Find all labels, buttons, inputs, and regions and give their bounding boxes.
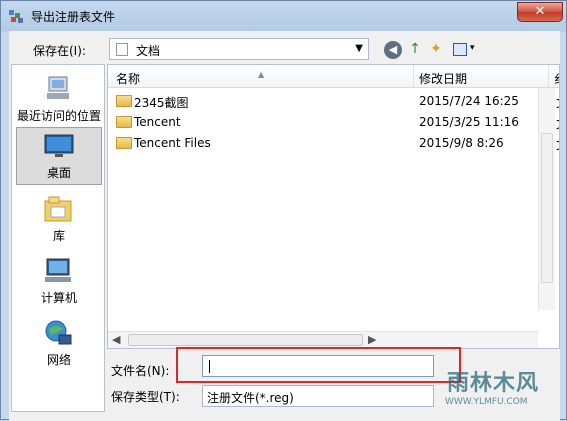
network-icon [45, 320, 72, 345]
file-name: Tencent Files [134, 136, 211, 150]
sort-ascending-icon: ▲ [258, 70, 265, 79]
new-folder-icon: ✦ [430, 41, 442, 57]
close-icon: ✕ [534, 4, 546, 19]
file-modified: 2015/3/25 11:16 [419, 115, 519, 129]
save-in-label: 保存在(I): [33, 44, 86, 58]
folder-icon [116, 137, 132, 149]
scroll-right-icon[interactable]: ▶ [368, 333, 376, 346]
dialog-title: 导出注册表文件 [31, 10, 116, 24]
place-computer[interactable]: 计算机 [16, 253, 102, 311]
column-header-type[interactable]: 纟 [554, 70, 559, 87]
back-button[interactable]: ◀ [384, 41, 402, 59]
place-label: 桌面 [46, 166, 71, 180]
file-type: 文 [556, 136, 559, 153]
new-folder-button[interactable]: ✦ [430, 41, 448, 59]
up-one-level-button[interactable]: ↑ [406, 41, 424, 59]
save-in-dropdown[interactable]: 文档 ▼ [109, 38, 369, 60]
file-type-value: 注册文件(*.reg) [207, 391, 294, 405]
documents-folder-icon [116, 43, 128, 56]
computer-icon [45, 258, 71, 282]
file-name-label: 文件名(N): [111, 364, 170, 378]
up-arrow-icon: ↑ [409, 41, 421, 57]
scroll-left-icon[interactable]: ◀ [112, 333, 120, 346]
file-row[interactable]: 2345截图 2015/7/24 16:25 文 [108, 91, 559, 112]
vertical-scroll-thumb[interactable] [541, 133, 553, 283]
place-desktop[interactable]: 桌面 [16, 127, 102, 185]
column-divider[interactable] [413, 65, 414, 87]
dropdown-arrow-icon: ▼ [355, 43, 363, 54]
annotation-highlight-box [176, 347, 461, 383]
horizontal-scrollbar[interactable]: ◀ ▶ [108, 331, 538, 348]
place-network[interactable]: 网络 [16, 315, 102, 373]
file-modified: 2015/7/24 16:25 [419, 94, 519, 108]
place-label: 库 [52, 229, 65, 243]
folder-icon [116, 95, 132, 107]
watermark-logo-text: 雨林木风 [447, 371, 540, 396]
desktop-icon [44, 134, 74, 157]
file-type-label: 保存类型(T): [111, 390, 180, 404]
view-grid-icon [453, 43, 467, 56]
site-watermark: 雨林木风 WWW.YLMFU.COM [437, 351, 563, 417]
library-icon [44, 196, 72, 222]
title-bar: 导出注册表文件 ✕ [1, 1, 567, 31]
place-library[interactable]: 库 [16, 191, 102, 249]
file-type: 文 [556, 115, 559, 132]
file-row[interactable]: Tencent Files 2015/9/8 8:26 文 [108, 133, 559, 154]
place-recent[interactable]: 最近访问的位置 [16, 71, 102, 129]
vertical-scrollbar[interactable] [538, 88, 555, 310]
place-label: 计算机 [40, 291, 77, 305]
place-label: 网络 [46, 353, 71, 367]
file-name: Tencent [134, 115, 181, 129]
place-label: 最近访问的位置 [16, 109, 101, 123]
view-menu-button[interactable]: ▾ [453, 41, 481, 59]
column-divider[interactable] [548, 65, 549, 87]
registry-editor-icon [9, 10, 23, 23]
places-bar: 最近访问的位置 桌面 库 计算机 网络 [11, 64, 105, 412]
file-modified: 2015/9/8 8:26 [419, 136, 504, 150]
watermark-url: WWW.YLMFU.COM [445, 397, 528, 407]
horizontal-scroll-thumb[interactable] [128, 334, 363, 346]
view-caret-icon: ▾ [470, 43, 475, 53]
back-arrow-icon: ◀ [388, 43, 398, 56]
close-button[interactable]: ✕ [517, 2, 563, 22]
export-registry-dialog: 导出注册表文件 ✕ 保存在(I): 文档 ▼ ◀ ↑ ✦ ▾ 最近访问的位置 桌… [0, 0, 567, 421]
file-list-header: 名称 ▲ 修改日期 纟 [108, 65, 559, 88]
recent-places-icon [47, 76, 69, 99]
save-in-value: 文档 [136, 44, 161, 58]
file-type-dropdown[interactable]: 注册文件(*.reg) [202, 385, 434, 407]
file-name: 2345截图 [134, 96, 189, 110]
file-list: 名称 ▲ 修改日期 纟 2345截图 2015/7/24 16:25 文 Ten… [107, 64, 560, 349]
column-header-name[interactable]: 名称 [116, 70, 140, 87]
folder-icon [116, 116, 132, 128]
file-type: 文 [556, 94, 559, 111]
file-row[interactable]: Tencent 2015/3/25 11:16 文 [108, 112, 559, 133]
column-header-modified[interactable]: 修改日期 [419, 70, 467, 87]
